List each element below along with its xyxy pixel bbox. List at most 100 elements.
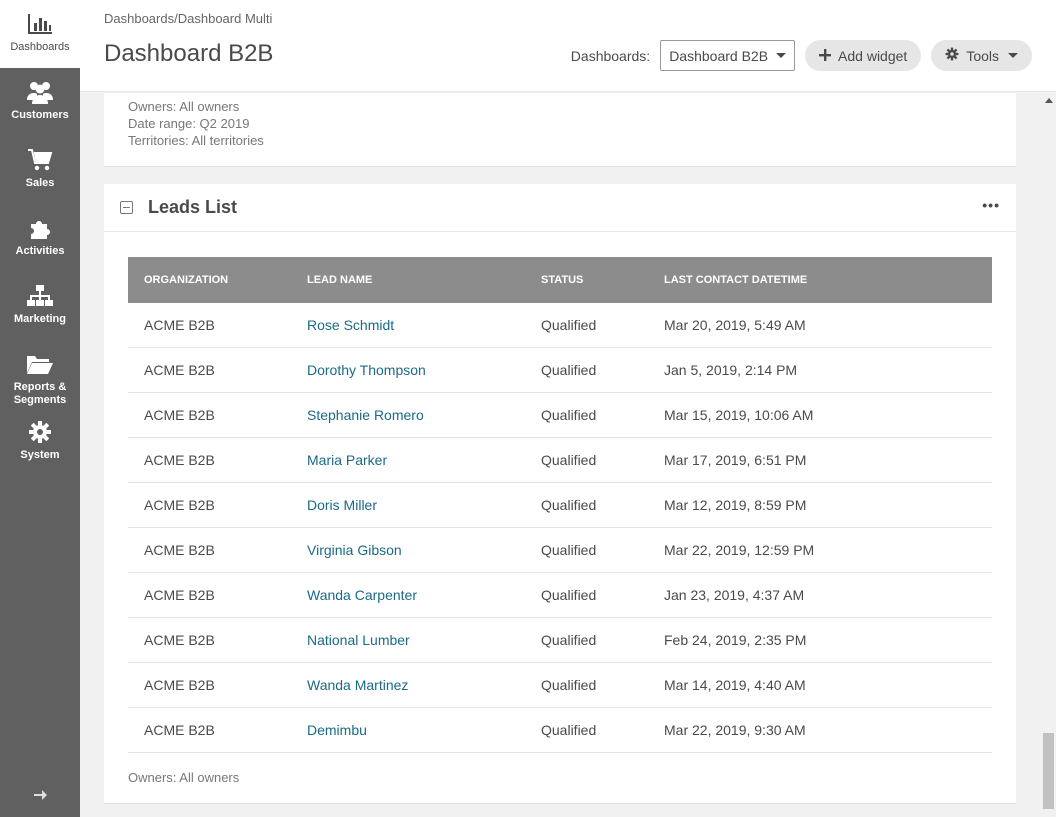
cell-organization: ACME B2B <box>144 362 215 378</box>
sidebar-item-marketing[interactable]: Marketing <box>0 272 80 340</box>
cell-last-contact: Mar 22, 2019, 12:59 PM <box>664 542 815 558</box>
scrollbar-thumb[interactable] <box>1043 733 1054 809</box>
cell-organization: ACME B2B <box>144 317 215 333</box>
leads-list-widget: Leads List ••• Organization Lead Name St… <box>104 184 1016 804</box>
page-header: Dashboards/Dashboard Multi Dashboard B2B… <box>80 0 1056 92</box>
main-sidebar: Dashboards Customers Sales Activities Ma… <box>0 0 80 817</box>
table-row: ACME B2B Wanda Carpenter Qualified Jan 23, … <box>128 573 992 618</box>
cell-status: Qualified <box>541 542 597 558</box>
table-header: Organization Lead Name Status Last Conta… <box>128 257 992 303</box>
cell-organization: ACME B2B <box>144 587 215 603</box>
folder-icon <box>26 350 54 378</box>
cell-organization: ACME B2B <box>144 542 215 558</box>
arrow-right-icon <box>33 789 47 806</box>
cell-lead-name-link[interactable]: Demimbu <box>307 722 541 738</box>
sidebar-item-label: Customers <box>11 109 69 121</box>
cell-organization: ACME B2B <box>144 497 215 513</box>
tools-label: Tools <box>966 47 999 64</box>
sidebar-item-system[interactable]: System <box>0 408 80 476</box>
header-actions: Dashboards: Dashboard B2B Add widget Too… <box>571 40 1032 71</box>
column-header-lead-name: Lead Name <box>307 274 373 286</box>
leads-table: Organization Lead Name Status Last Conta… <box>128 257 992 753</box>
cell-last-contact: Mar 15, 2019, 10:06 AM <box>664 407 814 423</box>
sidebar-item-sales[interactable]: Sales <box>0 136 80 204</box>
table-body: ACME B2B Rose Schmidt Qualified Mar 20, 201… <box>128 303 992 753</box>
date-range-text: Date range: Q2 2019 <box>128 116 250 131</box>
cell-lead-name-link[interactable]: Stephanie Romero <box>307 407 541 423</box>
previous-widget: Owners: All owners Date range: Q2 2019 T… <box>104 93 1016 167</box>
dashboards-label: Dashboards: <box>570 47 651 64</box>
cell-lead-name-link[interactable]: Virginia Gibson <box>307 542 541 558</box>
collapse-icon[interactable] <box>120 201 133 214</box>
sidebar-item-reports-segments[interactable]: Reports & Segments <box>0 340 80 408</box>
owners-footer-text: Owners: All owners <box>128 770 240 785</box>
sidebar-item-label: System <box>20 449 60 461</box>
sidebar-item-label: Sales <box>25 177 55 189</box>
chevron-down-icon <box>776 53 787 58</box>
sidebar-item-activities[interactable]: Activities <box>0 204 80 272</box>
cell-status: Qualified <box>541 587 597 603</box>
cell-lead-name-link[interactable]: Wanda Martinez <box>307 677 541 693</box>
dashboard-select[interactable]: Dashboard B2B <box>660 40 796 71</box>
cell-lead-name-link[interactable]: National Lumber <box>307 632 541 648</box>
sidebar-item-label: Marketing <box>14 313 66 325</box>
more-options-icon[interactable]: ••• <box>982 197 1000 213</box>
sidebar-item-label: Dashboards <box>10 41 70 53</box>
puzzle-icon <box>26 214 54 242</box>
cell-lead-name-link[interactable]: Doris Miller <box>307 497 541 513</box>
sidebar-item-label: Reports & Segments <box>13 381 67 406</box>
sidebar-item-label: Activities <box>15 245 65 257</box>
cell-organization: ACME B2B <box>144 677 215 693</box>
breadcrumb-item-dashboard-multi[interactable]: Dashboard Multi <box>178 11 273 26</box>
table-row: ACME B2B Wanda Martinez Qualified Mar 14, 2… <box>128 663 992 708</box>
cell-lead-name-link[interactable]: Wanda Carpenter <box>307 587 541 603</box>
table-row: ACME B2B National Lumber Qualified Feb 24, … <box>128 618 992 663</box>
add-widget-label: Add widget <box>838 47 908 64</box>
bar-chart-icon <box>26 10 54 38</box>
tools-button[interactable]: Tools <box>931 40 1032 71</box>
sidebar-item-customers[interactable]: Customers <box>0 68 80 136</box>
breadcrumb-item-dashboards[interactable]: Dashboards <box>104 11 174 26</box>
cell-status: Qualified <box>541 677 597 693</box>
table-row: ACME B2B Virginia Gibson Qualified Mar 22, … <box>128 528 992 573</box>
gear-icon <box>26 418 54 446</box>
dashboard-content: Owners: All owners Date range: Q2 2019 T… <box>80 93 1041 817</box>
sidebar-item-dashboards[interactable]: Dashboards <box>0 0 80 68</box>
sidebar-expand-button[interactable] <box>0 788 80 807</box>
gear-icon <box>945 47 959 64</box>
owners-filter-text: Owners: All owners <box>128 99 240 114</box>
column-header-status: Status <box>541 274 584 286</box>
table-row: ACME B2B Demimbu Qualified Mar 22, 2019, 9:… <box>128 708 992 753</box>
plus-icon <box>819 48 832 64</box>
cell-organization: ACME B2B <box>144 722 215 738</box>
page-scrollbar[interactable] <box>1041 93 1056 817</box>
cell-organization: ACME B2B <box>144 632 215 648</box>
cell-last-contact: Jan 5, 2019, 2:14 PM <box>664 362 798 378</box>
cell-status: Qualified <box>541 497 597 513</box>
cell-lead-name-link[interactable]: Dorothy Thompson <box>307 362 541 378</box>
page-title: Dashboard B2B <box>104 40 274 67</box>
cell-last-contact: Mar 22, 2019, 9:30 AM <box>664 722 806 738</box>
cell-last-contact: Feb 24, 2019, 2:35 PM <box>664 632 807 648</box>
column-header-organization: Organization <box>144 274 229 286</box>
cell-last-contact: Mar 12, 2019, 8:59 PM <box>664 497 807 513</box>
cell-organization: ACME B2B <box>144 407 215 423</box>
breadcrumb: Dashboards/Dashboard Multi <box>104 11 272 26</box>
cell-lead-name-link[interactable]: Maria Parker <box>307 452 541 468</box>
cell-status: Qualified <box>541 317 597 333</box>
sitemap-icon <box>26 282 54 310</box>
cell-status: Qualified <box>541 632 597 648</box>
cell-organization: ACME B2B <box>144 452 215 468</box>
table-row: ACME B2B Doris Miller Qualified Mar 12, 201… <box>128 483 992 528</box>
column-header-last-contact: Last Contact Datetime <box>664 274 808 286</box>
table-row: ACME B2B Maria Parker Qualified Mar 17, 201… <box>128 438 992 483</box>
cell-status: Qualified <box>541 407 597 423</box>
chevron-down-icon <box>1008 53 1018 58</box>
table-row: ACME B2B Rose Schmidt Qualified Mar 20, 201… <box>128 303 992 348</box>
territories-text: Territories: All territories <box>128 133 264 148</box>
add-widget-button[interactable]: Add widget <box>805 40 922 71</box>
table-row: ACME B2B Stephanie Romero Qualified Mar 15,… <box>128 393 992 438</box>
cell-lead-name-link[interactable]: Rose Schmidt <box>307 317 541 333</box>
cell-last-contact: Mar 20, 2019, 5:49 AM <box>664 317 806 333</box>
scroll-up-icon[interactable] <box>1045 98 1053 103</box>
